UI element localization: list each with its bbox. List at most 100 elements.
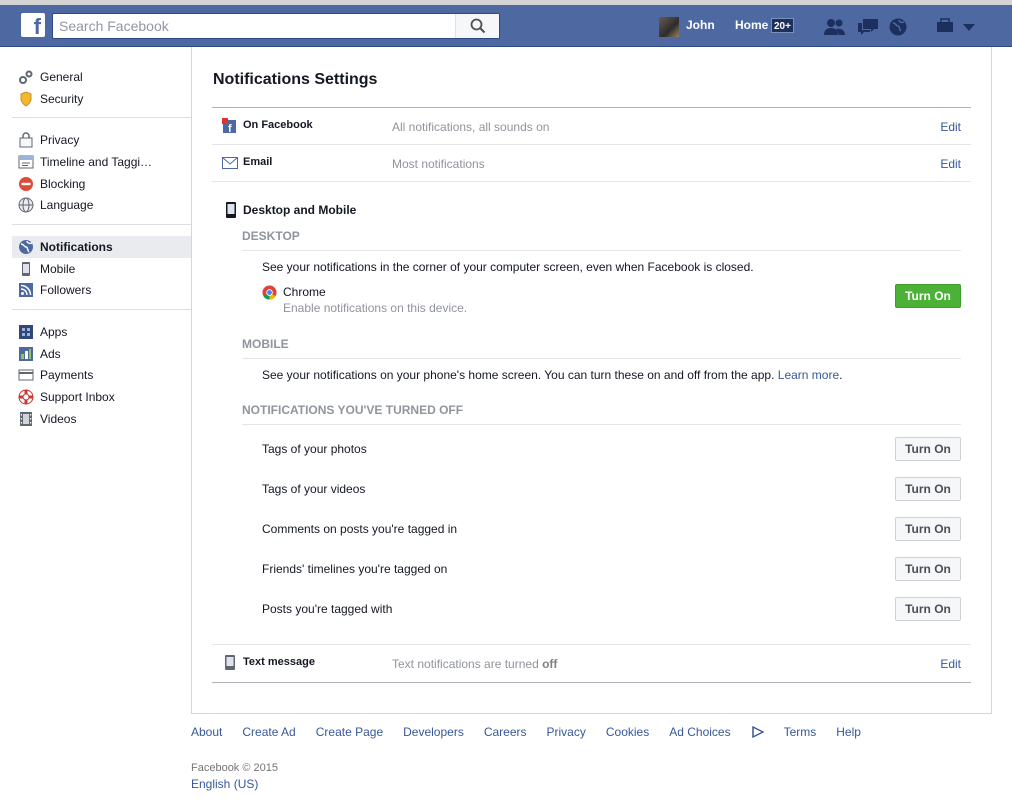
- setting-summary-text: Text notifications are turned: [392, 657, 539, 671]
- footer-link-cookies[interactable]: Cookies: [606, 725, 649, 739]
- turn-on-button[interactable]: Turn On: [895, 437, 961, 461]
- privacy-shortcuts-icon[interactable]: [936, 18, 954, 34]
- sidebar-item-label: Mobile: [40, 261, 76, 276]
- friend-requests-icon[interactable]: [824, 18, 846, 36]
- turned-off-label: Posts you're tagged with: [262, 602, 393, 616]
- edit-link[interactable]: Edit: [940, 120, 961, 134]
- top-bar: f John Home 20+: [0, 0, 1012, 47]
- turn-on-button[interactable]: Turn On: [895, 477, 961, 501]
- notifications-globe-icon[interactable]: [889, 18, 907, 36]
- mobile-description: See your notifications on your phone's h…: [262, 368, 775, 382]
- turned-off-item: Posts you're tagged with Turn On: [262, 597, 961, 621]
- turned-off-label: Tags of your photos: [262, 442, 367, 456]
- sidebar-item-followers[interactable]: Followers: [12, 280, 191, 302]
- svg-text:f: f: [228, 123, 232, 133]
- turned-off-label: Friends' timelines you're tagged on: [262, 562, 448, 576]
- footer-link-ad-choices-label: Ad Choices: [669, 725, 731, 739]
- sms-phone-icon: [225, 655, 235, 670]
- search-button[interactable]: [455, 14, 499, 38]
- setting-row-email[interactable]: Email Most notifications Edit: [212, 145, 971, 182]
- ads-icon: [19, 346, 33, 361]
- sidebar-item-label: Ads: [40, 346, 61, 361]
- footer-links: About Create Ad Create Page Developers C…: [191, 725, 881, 739]
- sidebar-item-label: Followers: [40, 283, 92, 298]
- page-title: Notifications Settings: [213, 71, 378, 88]
- facebook-logo[interactable]: f: [21, 13, 45, 37]
- edit-link[interactable]: Edit: [940, 657, 961, 671]
- search-input[interactable]: [53, 14, 457, 38]
- sidebar-item-timeline[interactable]: Timeline and Taggi…: [12, 151, 191, 173]
- setting-row-on-facebook[interactable]: f On Facebook All notifications, all sou…: [212, 108, 971, 145]
- footer-link-help[interactable]: Help: [836, 725, 861, 739]
- gears-icon: [19, 70, 33, 84]
- sidebar-item-general[interactable]: General: [12, 66, 191, 88]
- learn-more-link[interactable]: Learn more: [778, 368, 839, 382]
- footer-link-ad-choices[interactable]: Ad Choices: [669, 725, 764, 739]
- sidebar-item-label: Timeline and Taggi…: [40, 154, 153, 169]
- edit-link[interactable]: Edit: [940, 157, 961, 171]
- lifebuoy-icon: [18, 389, 34, 405]
- footer-link-create-ad[interactable]: Create Ad: [242, 725, 295, 739]
- sidebar-item-videos[interactable]: Videos: [12, 408, 191, 430]
- chevron-down-icon[interactable]: [963, 24, 975, 32]
- footer-link-terms[interactable]: Terms: [784, 725, 817, 739]
- search-box: [52, 13, 500, 39]
- footer-link-create-page[interactable]: Create Page: [316, 725, 383, 739]
- card-icon: [18, 369, 34, 381]
- footer-link-privacy[interactable]: Privacy: [547, 725, 586, 739]
- sidebar-item-payments[interactable]: Payments: [12, 365, 191, 387]
- turn-on-button[interactable]: Turn On: [895, 517, 961, 541]
- chrome-subtext: Enable notifications on this device.: [283, 301, 468, 315]
- turn-on-button[interactable]: Turn On: [895, 557, 961, 581]
- sidebar-item-notifications[interactable]: Notifications: [12, 236, 191, 258]
- globe-notification-icon: [19, 239, 33, 254]
- sidebar-item-label: Security: [40, 91, 84, 106]
- footer-link-careers[interactable]: Careers: [484, 725, 527, 739]
- sidebar-item-label: General: [40, 69, 83, 84]
- email-icon: [222, 157, 238, 169]
- sidebar-group-privacy: Privacy Timeline and Taggi… Blocking Lan…: [12, 129, 191, 226]
- sidebar-item-label: Support Inbox: [40, 390, 115, 405]
- messages-icon[interactable]: [857, 18, 879, 36]
- sidebar-item-label: Notifications: [40, 239, 113, 254]
- sidebar-group-account: General Security: [12, 66, 191, 119]
- home-link[interactable]: Home: [735, 18, 768, 32]
- sidebar-item-label: Videos: [40, 411, 77, 426]
- turned-off-item: Tags of your photos Turn On: [262, 437, 961, 461]
- turned-off-item: Comments on posts you're tagged in Turn …: [262, 517, 961, 541]
- copyright: Facebook © 2015: [191, 762, 278, 774]
- turn-on-button[interactable]: Turn On: [895, 597, 961, 621]
- sidebar-item-apps[interactable]: Apps: [12, 321, 191, 343]
- sidebar-item-ads[interactable]: Ads: [12, 343, 191, 365]
- turned-off-item: Friends' timelines you're tagged on Turn…: [262, 557, 961, 581]
- sidebar-item-support-inbox[interactable]: Support Inbox: [12, 386, 191, 408]
- film-icon: [20, 411, 32, 426]
- apps-icon: [19, 325, 33, 340]
- footer-link-developers[interactable]: Developers: [403, 725, 464, 739]
- turned-off-label: Comments on posts you're tagged in: [262, 522, 458, 536]
- facebook-notification-icon: f: [222, 118, 236, 133]
- sidebar-item-security[interactable]: Security: [12, 88, 191, 110]
- turned-off-item: Tags of your videos Turn On: [262, 477, 961, 501]
- badge-icon: [20, 90, 32, 107]
- setting-label: Email: [243, 156, 273, 168]
- setting-row-text-message[interactable]: Text message Text notifications are turn…: [212, 645, 971, 682]
- language-link[interactable]: English (US): [191, 777, 258, 791]
- home-badge: 20+: [771, 18, 794, 33]
- section-title: Desktop and Mobile: [243, 203, 357, 217]
- chrome-turn-on-button[interactable]: Turn On: [895, 284, 961, 308]
- sidebar-item-privacy[interactable]: Privacy: [12, 129, 191, 151]
- footer-link-about[interactable]: About: [191, 725, 222, 739]
- desktop-heading: DESKTOP: [242, 229, 961, 251]
- profile-link[interactable]: John: [686, 18, 715, 32]
- sidebar-group-notifications: Notifications Mobile Followers: [12, 236, 191, 311]
- block-icon: [19, 176, 33, 191]
- sidebar-item-language[interactable]: Language: [12, 194, 191, 216]
- search-icon: [470, 18, 486, 34]
- setting-summary: Text notifications are turned off: [392, 657, 557, 671]
- sidebar-item-mobile[interactable]: Mobile: [12, 258, 191, 280]
- sidebar-item-label: Payments: [40, 368, 94, 383]
- timeline-icon: [18, 155, 34, 169]
- sidebar-item-blocking[interactable]: Blocking: [12, 173, 191, 195]
- avatar[interactable]: [659, 17, 679, 37]
